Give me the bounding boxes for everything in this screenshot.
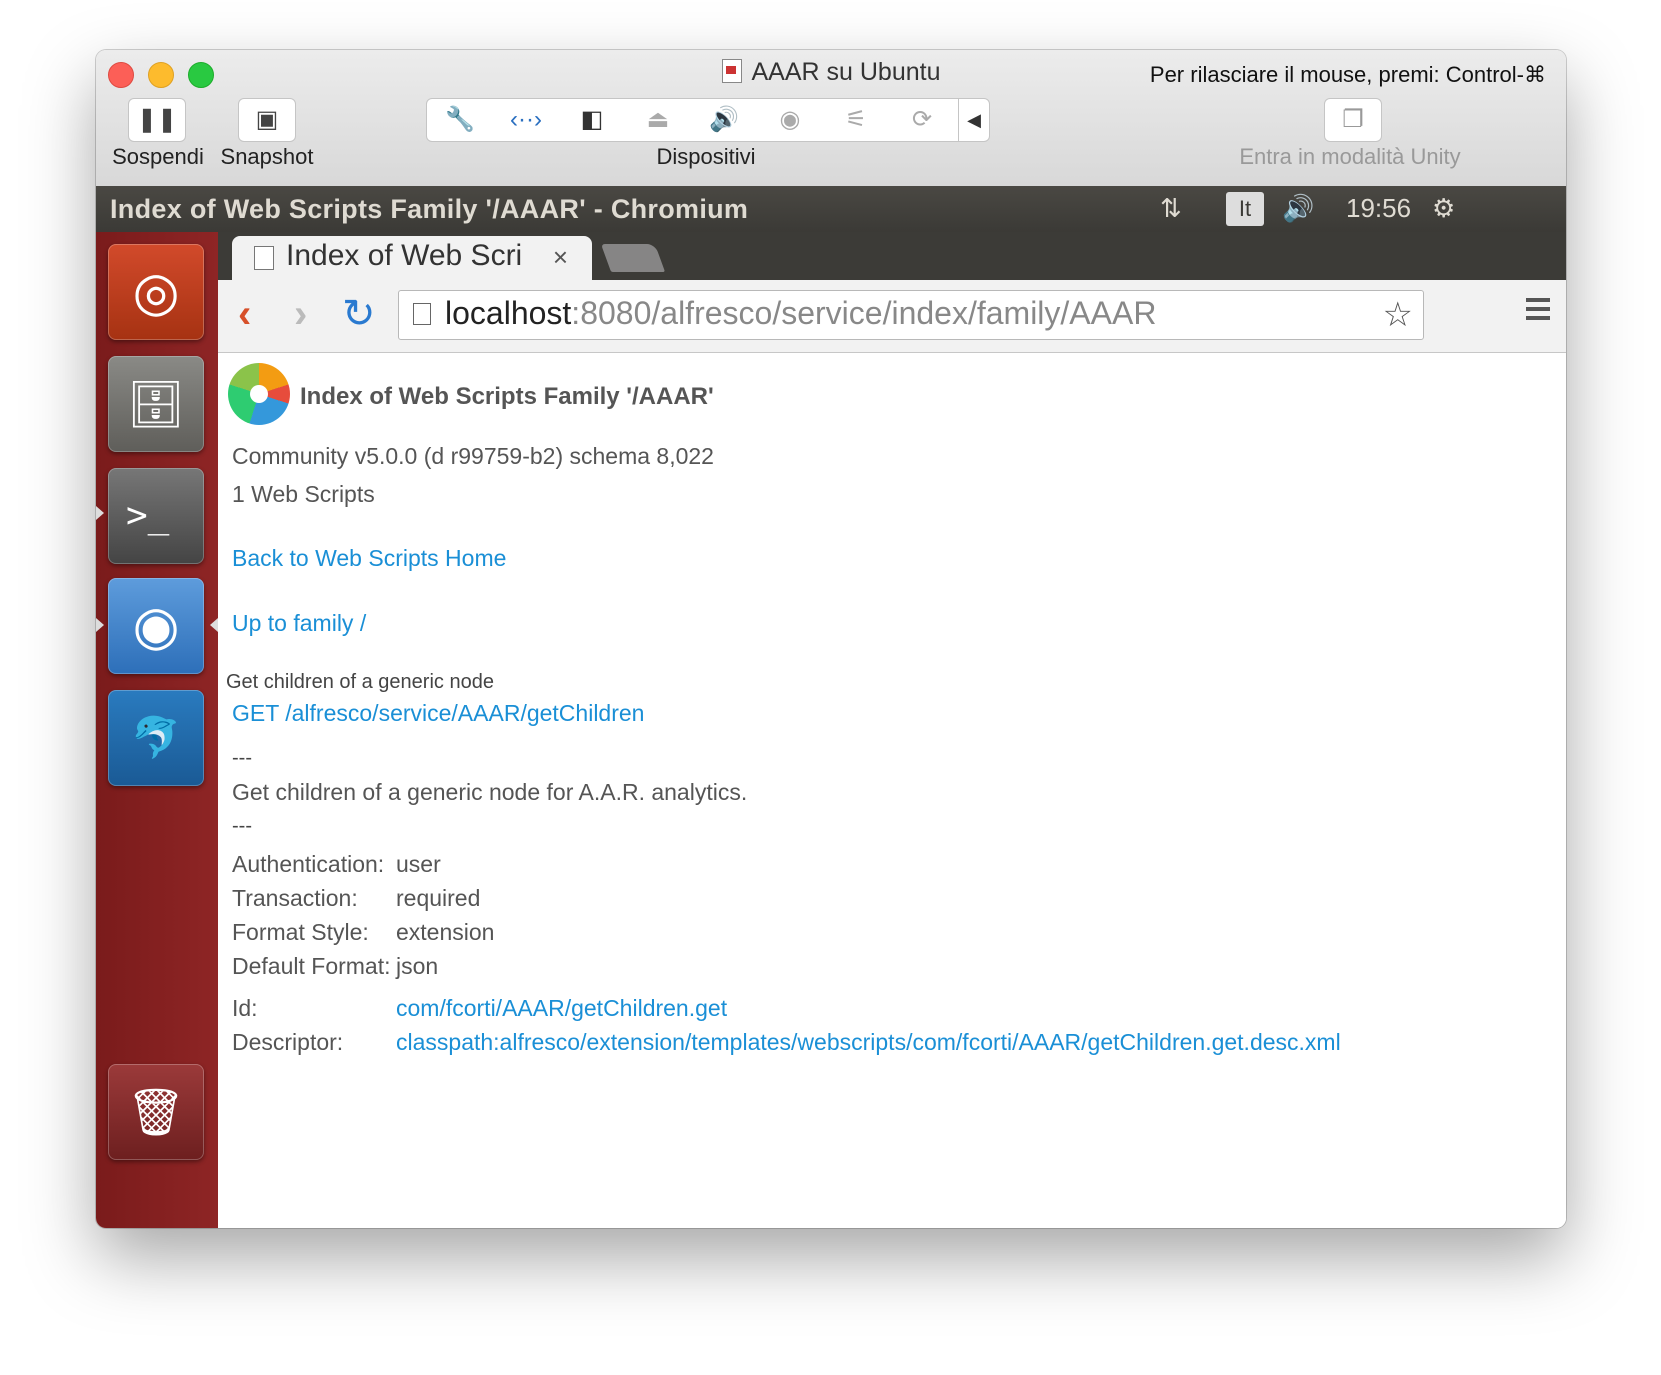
tab-title: Index of Web Scri	[286, 239, 523, 272]
launcher-files-button[interactable]: 🗄	[108, 356, 204, 452]
browser-toolbar: ‹ › ↻ localhost:8080/alfresco/service/in…	[218, 280, 1566, 353]
release-mouse-hint: Per rilasciare il mouse, premi: Control-…	[1149, 62, 1546, 87]
forward-arrow-icon[interactable]: ›	[294, 292, 307, 336]
unity-mode-button[interactable]: ❐	[1324, 98, 1382, 142]
pause-button[interactable]: ❚❚	[128, 98, 186, 142]
prop-label: Transaction:	[232, 885, 358, 911]
usb-icon[interactable]: ⚟	[823, 99, 889, 141]
up-to-family-link[interactable]: Up to family /	[232, 610, 366, 637]
vm-document-icon	[721, 59, 742, 83]
pause-icon: ❚❚	[136, 106, 178, 133]
bookmark-star-icon[interactable]: ☆	[1383, 295, 1413, 335]
chromium-icon: ◉	[132, 596, 180, 656]
terminal-icon: >_	[126, 495, 170, 536]
volume-icon[interactable]: 🔊	[1282, 193, 1314, 224]
unity-launcher: ◎ 🗄 >_ ◉ 🐬 🗑	[96, 232, 219, 1228]
mac-title-bar: AAAR su Ubuntu Per rilasciare il mouse, …	[96, 50, 1566, 187]
tab-active[interactable]: Index of Web Scri ×	[232, 236, 592, 280]
clock[interactable]: 19:56	[1346, 193, 1411, 224]
page-content: Index of Web Scripts Family '/AAAR' Comm…	[218, 353, 1566, 1228]
reload-icon[interactable]: ↻	[342, 292, 376, 336]
separator-bottom: ---	[232, 815, 252, 837]
new-tab-button[interactable]	[600, 244, 666, 272]
unity-windows-icon: ❐	[1342, 106, 1364, 133]
unity-mode-label: Entra in modalità Unity	[1239, 144, 1461, 169]
script-short-name: Get children of a generic node	[226, 671, 494, 693]
active-window-title: Index of Web Scripts Family '/AAAR' - Ch…	[110, 194, 749, 224]
prop-label: Default Format:	[232, 953, 391, 979]
browser-menu-icon[interactable]	[1526, 298, 1550, 325]
launcher-terminal-button[interactable]: >_	[108, 468, 204, 564]
back-arrow-icon[interactable]: ‹	[238, 292, 251, 336]
devices-toolbar: 🔧 ‹··› ◧ ⏏ 🔊 ◉ ⚟ ⟳ ◀	[426, 98, 990, 142]
devices-label: Dispositivi	[656, 144, 756, 169]
cd-drive-icon[interactable]: ⏏	[625, 99, 691, 141]
back-to-home-link[interactable]: Back to Web Scripts Home	[232, 545, 506, 572]
prop-label: Format Style:	[232, 919, 369, 945]
trash-icon: 🗑	[126, 1086, 186, 1138]
snapshot-label: Snapshot	[220, 144, 314, 169]
file-cabinet-icon: 🗄	[126, 378, 186, 430]
id-label: Id:	[232, 995, 258, 1021]
script-count: 1 Web Scripts	[232, 481, 375, 507]
network-icon[interactable]: ‹··›	[493, 99, 559, 141]
launcher-dash-button[interactable]: ◎	[108, 244, 204, 340]
prop-label: Authentication:	[232, 851, 385, 877]
version-info: Community v5.0.0 (d r99759-b2) schema 8,…	[232, 443, 714, 469]
id-link[interactable]: com/fcorti/AAAR/getChildren.get	[396, 995, 727, 1022]
launcher-trash-button[interactable]: 🗑	[108, 1064, 204, 1160]
snapshot-button[interactable]: ▣	[238, 98, 296, 142]
alfresco-logo-icon	[228, 363, 290, 425]
chromium-window: Index of Web Scri × ‹ › ↻ localhost:8080…	[218, 232, 1566, 1228]
script-description: Get children of a generic node for A.A.R…	[232, 779, 748, 805]
tab-close-icon[interactable]: ×	[553, 242, 568, 273]
prop-value: json	[396, 953, 439, 979]
network-transfer-icon[interactable]: ⇅	[1160, 193, 1182, 224]
pause-label: Sospendi	[112, 144, 204, 169]
running-indicator	[96, 618, 104, 632]
snapshot-icon: ▣	[255, 106, 279, 133]
address-url[interactable]: localhost:8080/alfresco/service/index/fa…	[445, 295, 1156, 332]
devices-collapse-icon[interactable]: ◀	[958, 99, 989, 141]
vm-window: AAAR su Ubuntu Per rilasciare il mouse, …	[96, 50, 1566, 1228]
launcher-mysql-workbench-button[interactable]: 🐬	[108, 690, 204, 786]
launcher-chromium-button[interactable]: ◉	[108, 578, 204, 674]
page-title: Index of Web Scripts Family '/AAAR'	[300, 383, 714, 410]
mysql-dolphin-icon: 🐬	[131, 716, 181, 760]
tab-strip: Index of Web Scri ×	[218, 232, 1566, 280]
prop-value: required	[396, 885, 481, 911]
prop-value: extension	[396, 919, 495, 945]
sound-icon[interactable]: 🔊	[691, 99, 757, 141]
prop-value: user	[396, 851, 441, 877]
sync-icon[interactable]: ⟳	[889, 99, 955, 141]
page-icon	[254, 246, 274, 270]
address-bar[interactable]: localhost:8080/alfresco/service/index/fa…	[398, 290, 1424, 340]
power-gear-icon[interactable]: ⚙	[1432, 193, 1455, 224]
keyboard-layout-indicator[interactable]: It	[1226, 192, 1264, 226]
separator-top: ---	[232, 747, 252, 769]
hard-disk-icon[interactable]: ◧	[559, 99, 625, 141]
ubuntu-top-panel: Index of Web Scripts Family '/AAAR' - Ch…	[96, 186, 1566, 232]
descriptor-link[interactable]: classpath:alfresco/extension/templates/w…	[396, 1029, 1341, 1056]
focused-indicator	[210, 618, 218, 632]
script-url-link[interactable]: GET /alfresco/service/AAAR/getChildren	[232, 700, 644, 727]
ubuntu-logo-icon: ◎	[132, 262, 180, 322]
camera-icon[interactable]: ◉	[757, 99, 823, 141]
descriptor-label: Descriptor:	[232, 1029, 344, 1055]
page-icon	[413, 303, 431, 325]
running-indicator	[96, 506, 104, 520]
settings-wrench-icon[interactable]: 🔧	[427, 99, 493, 141]
